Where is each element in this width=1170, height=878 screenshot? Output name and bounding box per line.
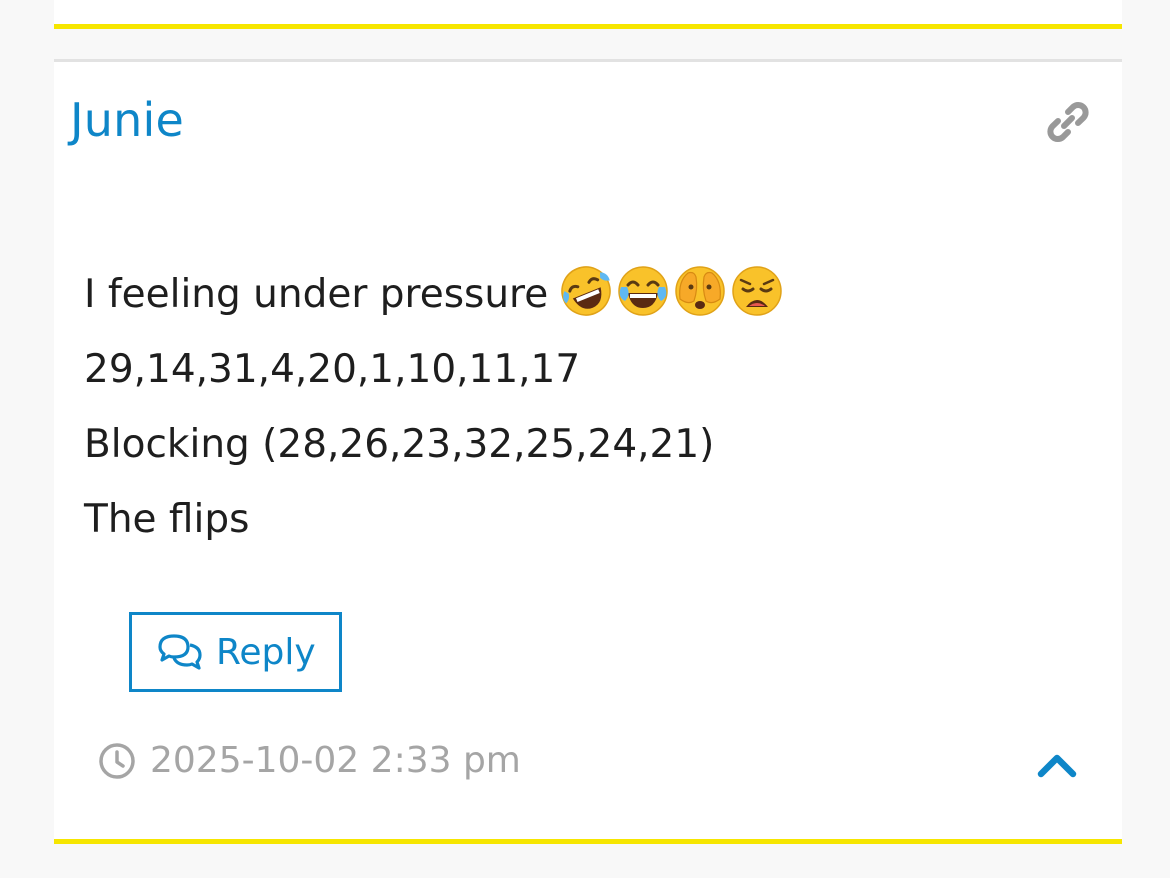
scroll-top-chevron-up-icon[interactable] [1036,746,1078,782]
post-line-3: Blocking (28,26,23,32,25,24,21) [84,422,715,467]
clock-icon [99,742,135,779]
weary-face-emoji-icon [732,266,782,316]
post-meta: 2025-10-02 2:33 pm [98,740,521,781]
post-line-4: The flips [84,497,250,542]
post-line-1-text: I feeling under pressure [84,272,549,317]
post-line-1: I feeling under pressure [84,257,1084,332]
permalink-link-icon[interactable] [1044,98,1092,146]
chat-bubbles-icon [158,634,202,670]
post-timestamp: 2025-10-02 2:33 pm [150,740,521,781]
face-with-hands-over-eyes-emoji-icon [675,266,725,316]
post-line-2: 29,14,31,4,20,1,10,11,17 [84,347,581,392]
tears-of-joy-emoji-icon [618,266,668,316]
forum-post-card: Junie I feeling under pressure 29,14,31,… [54,59,1122,844]
post-author-name[interactable]: Junie [70,92,184,148]
reply-button[interactable]: Reply [129,612,342,692]
reply-button-label: Reply [216,631,316,673]
rolling-on-floor-laughing-emoji-icon [561,266,611,316]
post-content: I feeling under pressure 29,14,31,4,20,1… [84,257,1084,557]
previous-post-edge [54,0,1122,29]
